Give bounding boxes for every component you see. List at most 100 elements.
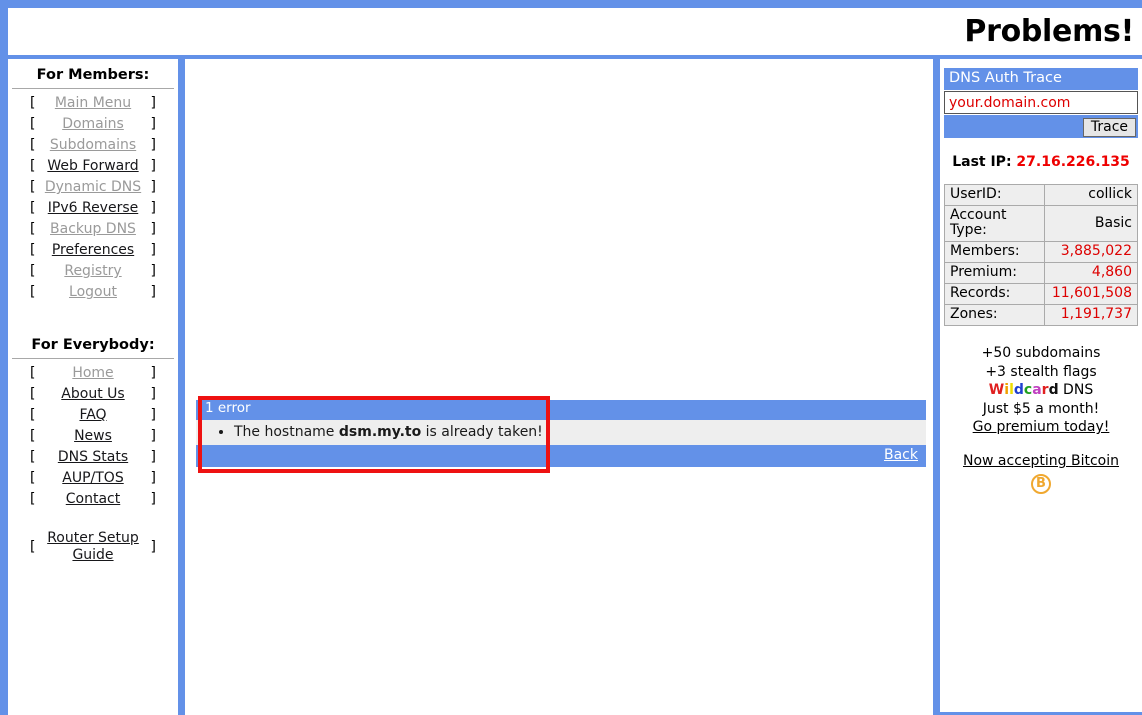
sidebar-item-dynamic-dns[interactable]: [Dynamic DNS] [8, 179, 178, 200]
sidebar-item-logout[interactable]: [Logout] [8, 284, 178, 305]
wildcard-letter: r [1041, 382, 1049, 399]
bracket-close: ] [150, 116, 156, 132]
sidebar-item-home[interactable]: [Home] [8, 365, 178, 386]
last-ip-row: Last IP: 27.16.226.135 [944, 138, 1138, 184]
wildcard-letter: c [1023, 382, 1033, 399]
stat-label: Members: [943, 241, 1046, 264]
bitcoin-icon: B [1031, 474, 1051, 495]
main-content: 1 error The hostname dsm.my.to is alread… [185, 59, 933, 715]
sidebar-item-label[interactable]: FAQ [35, 407, 150, 424]
error-text-suffix: is already taken! [421, 424, 543, 440]
stat-label: Zones: [943, 304, 1046, 327]
stat-value: 11,601,508 [1044, 283, 1138, 306]
sidebar-item-label[interactable]: Registry [35, 263, 150, 280]
table-row: Account Type: Basic [943, 205, 1138, 243]
table-row: Members: 3,885,022 [943, 241, 1138, 264]
sidebar-extra-nav: [Router Setup Guide] [8, 528, 178, 566]
sidebar-item-label[interactable]: Router Setup Guide [35, 530, 150, 564]
error-text-prefix: The hostname [234, 424, 339, 440]
sidebar-item-domains[interactable]: [Domains] [8, 116, 178, 137]
wildcard-word: Wildcard [989, 382, 1059, 398]
promo-block: +50 subdomains +3 stealth flags Wildcard… [944, 326, 1138, 495]
sidebar-item-label[interactable]: Dynamic DNS [35, 179, 150, 196]
sidebar-item-label[interactable]: Logout [35, 284, 150, 301]
table-row: Zones: 1,191,737 [943, 304, 1138, 327]
sidebar-item-preferences[interactable]: [Preferences] [8, 242, 178, 263]
list-item: The hostname dsm.my.to is already taken! [234, 423, 926, 441]
go-premium-link[interactable]: Go premium today! [973, 419, 1110, 435]
last-ip-value: 27.16.226.135 [1016, 154, 1130, 171]
sidebar-everybody-nav: [Home][About Us][FAQ][News][DNS Stats][A… [8, 365, 178, 512]
sidebar-item-about-us[interactable]: [About Us] [8, 386, 178, 407]
sidebar-divider-2 [12, 358, 174, 359]
bracket-close: ] [150, 158, 156, 174]
error-panel-footer: Back [196, 445, 926, 467]
sidebar-item-news[interactable]: [News] [8, 428, 178, 449]
promo-line-wildcard: Wildcard DNS [944, 381, 1138, 400]
sidebar-item-label[interactable]: IPv6 Reverse [35, 200, 150, 217]
sidebar-item-subdomains[interactable]: [Subdomains] [8, 137, 178, 158]
stat-value: Basic [1044, 205, 1138, 243]
bracket-close: ] [150, 449, 156, 465]
stat-label: UserID: [943, 184, 1046, 207]
bracket-close: ] [150, 365, 156, 381]
table-row: UserID: collick [943, 184, 1138, 207]
sidebar-item-faq[interactable]: [FAQ] [8, 407, 178, 428]
stat-label: Premium: [943, 262, 1046, 285]
sidebar-item-label[interactable]: Home [35, 365, 150, 382]
bracket-close: ] [150, 428, 156, 444]
stat-value: 3,885,022 [1044, 241, 1138, 264]
table-row: Records: 11,601,508 [943, 283, 1138, 306]
sidebar-item-label[interactable]: Backup DNS [35, 221, 150, 238]
trace-button[interactable]: Trace [1082, 118, 1136, 138]
stat-label: Records: [943, 283, 1046, 306]
page-root: Problems! For Members: [Main Menu][Domai… [0, 0, 1142, 715]
sidebar-item-label[interactable]: Contact [35, 491, 150, 508]
stat-label: Account Type: [943, 205, 1046, 243]
sidebar-members-nav: [Main Menu][Domains][Subdomains][Web For… [8, 95, 178, 305]
sidebar-everybody-heading: For Everybody: [31, 337, 155, 353]
sidebar-item-backup-dns[interactable]: [Backup DNS] [8, 221, 178, 242]
back-link[interactable]: Back [884, 447, 918, 463]
promo-line-price: Just $5 a month! [982, 400, 1100, 417]
bracket-close: ] [150, 539, 156, 555]
sidebar-item-web-forward[interactable]: [Web Forward] [8, 158, 178, 179]
sidebar-item-aup-tos[interactable]: [AUP/TOS] [8, 470, 178, 491]
bracket-close: ] [150, 242, 156, 258]
bracket-close: ] [150, 95, 156, 111]
sidebar-item-router-setup-guide[interactable]: [Router Setup Guide] [8, 528, 178, 566]
bracket-close: ] [150, 491, 156, 507]
sidebar-item-label[interactable]: AUP/TOS [35, 470, 150, 487]
bracket-close: ] [150, 284, 156, 300]
sidebar-item-label[interactable]: About Us [35, 386, 150, 403]
sidebar-item-label[interactable]: Domains [35, 116, 150, 133]
wildcard-letter: a [1032, 382, 1042, 399]
wildcard-letter: d [1013, 382, 1024, 399]
bracket-close: ] [150, 179, 156, 195]
error-message-list: The hostname dsm.my.to is already taken! [196, 423, 926, 441]
bracket-close: ] [150, 200, 156, 216]
sidebar-item-label[interactable]: Subdomains [35, 137, 150, 154]
page-title: Problems! [964, 13, 1134, 49]
sidebar-item-main-menu[interactable]: [Main Menu] [8, 95, 178, 116]
sidebar: For Members: [Main Menu][Domains][Subdom… [8, 59, 178, 715]
sidebar-item-label[interactable]: Main Menu [35, 95, 150, 112]
account-stats-table: UserID: collick Account Type: Basic Members:… [943, 184, 1138, 327]
sidebar-item-ipv6-reverse[interactable]: [IPv6 Reverse] [8, 200, 178, 221]
sidebar-item-label[interactable]: DNS Stats [35, 449, 150, 466]
wildcard-letter: d [1048, 382, 1059, 399]
sidebar-item-registry[interactable]: [Registry] [8, 263, 178, 284]
promo-line-subdomains: +50 subdomains [981, 345, 1101, 362]
right-sidebar: DNS Auth Trace Trace Last IP: 27.16.226.… [940, 59, 1142, 712]
sidebar-item-contact[interactable]: [Contact] [8, 491, 178, 512]
sidebar-item-dns-stats[interactable]: [DNS Stats] [8, 449, 178, 470]
error-panel-body: The hostname dsm.my.to is already taken! [196, 420, 926, 445]
sidebar-item-label[interactable]: Preferences [35, 242, 150, 259]
bitcoin-link[interactable]: Now accepting Bitcoin [963, 453, 1119, 469]
sidebar-item-label[interactable]: News [35, 428, 150, 445]
domain-input[interactable] [944, 91, 1138, 115]
bracket-close: ] [150, 470, 156, 486]
sidebar-item-label[interactable]: Web Forward [35, 158, 150, 175]
